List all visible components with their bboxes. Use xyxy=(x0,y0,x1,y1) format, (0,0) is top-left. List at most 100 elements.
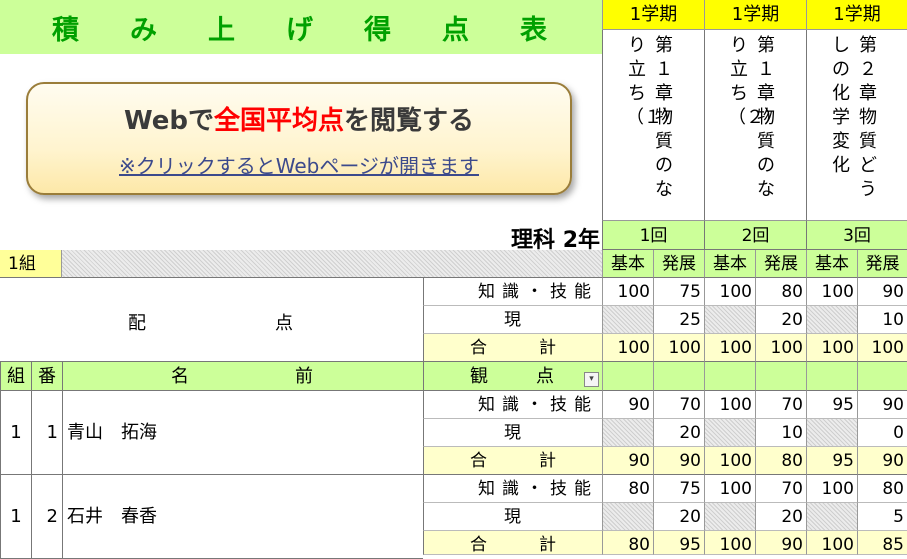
score-cell[interactable]: 25 xyxy=(653,306,704,334)
score-cell[interactable]: 100 xyxy=(704,334,755,362)
score-cell[interactable] xyxy=(806,503,857,531)
points-allocation-label: 配点 xyxy=(0,278,423,362)
title-bar: 積 み 上 げ 得 点 表 xyxy=(0,0,602,54)
score-cell[interactable]: 100 xyxy=(704,391,755,419)
unit-title: 第２章 物質どう しの化学変化 xyxy=(806,30,907,220)
button-link-text[interactable]: ※クリックするとWebページが開きます xyxy=(28,150,570,179)
score-cell[interactable]: 90 xyxy=(857,391,907,419)
class-label: 1組 xyxy=(0,250,62,278)
col-header-viewpoint: 観点 xyxy=(423,362,602,391)
score-cell[interactable]: 90 xyxy=(857,278,907,306)
score-cell[interactable] xyxy=(704,503,755,531)
round-label: 3回 xyxy=(806,220,907,250)
unit-title: 第１章 物質のな り立ち（２） xyxy=(704,30,806,220)
student-number: 1 xyxy=(31,391,62,475)
score-cell[interactable] xyxy=(602,503,653,531)
score-cell[interactable]: 90 xyxy=(653,447,704,475)
header-blank xyxy=(704,362,755,391)
view-national-average-button[interactable]: Webで全国平均点を閲覧する ※クリックするとWebページが開きます xyxy=(26,82,572,195)
title-char: 上 xyxy=(208,15,235,46)
title-char: げ xyxy=(286,15,313,46)
score-cell[interactable]: 100 xyxy=(602,278,653,306)
score-cell[interactable]: 85 xyxy=(857,531,907,555)
score-cell[interactable]: 10 xyxy=(857,306,907,334)
row-label-total: 合計 xyxy=(423,334,602,362)
score-cell[interactable]: 70 xyxy=(755,475,806,503)
col-header-number: 番 xyxy=(31,362,62,391)
sub-header-basic: 基本 xyxy=(704,250,755,278)
sub-header-advanced: 発展 xyxy=(653,250,704,278)
score-cell[interactable]: 90 xyxy=(602,447,653,475)
score-cell[interactable]: 95 xyxy=(806,447,857,475)
button-main-text: Webで全国平均点を閲覧する xyxy=(123,106,475,136)
score-cell[interactable]: 95 xyxy=(806,391,857,419)
score-cell[interactable]: 100 xyxy=(704,447,755,475)
score-cell[interactable]: 100 xyxy=(653,334,704,362)
score-cell[interactable]: 75 xyxy=(653,278,704,306)
score-cell[interactable]: 80 xyxy=(755,447,806,475)
student-class: 1 xyxy=(0,391,31,475)
row-label-expression: 現 xyxy=(423,419,602,447)
score-cell[interactable]: 100 xyxy=(806,278,857,306)
score-cell[interactable]: 100 xyxy=(806,531,857,555)
row-label-knowledge: 知識・技能 xyxy=(423,391,602,419)
score-cell[interactable] xyxy=(602,306,653,334)
score-cell[interactable]: 90 xyxy=(602,391,653,419)
score-cell[interactable]: 100 xyxy=(704,475,755,503)
header-blank xyxy=(653,362,704,391)
score-cell[interactable]: 20 xyxy=(653,503,704,531)
score-cell[interactable] xyxy=(602,419,653,447)
score-cell[interactable]: 80 xyxy=(602,531,653,555)
score-cell[interactable]: 100 xyxy=(857,334,907,362)
sub-header-basic: 基本 xyxy=(602,250,653,278)
row-label-total: 合計 xyxy=(423,447,602,475)
score-cell[interactable]: 10 xyxy=(755,419,806,447)
score-cell[interactable]: 5 xyxy=(857,503,907,531)
title-char: 表 xyxy=(520,15,547,46)
term-label: 1学期 xyxy=(704,0,806,30)
title-char: 得 xyxy=(364,15,391,46)
col-header-class: 組 xyxy=(0,362,31,391)
sub-header-advanced: 発展 xyxy=(857,250,907,278)
header-blank xyxy=(857,362,907,391)
title-char: 点 xyxy=(442,15,469,46)
score-cell[interactable]: 90 xyxy=(755,531,806,555)
round-label: 2回 xyxy=(704,220,806,250)
round-label: 1回 xyxy=(602,220,704,250)
score-cell[interactable]: 80 xyxy=(602,475,653,503)
score-cell[interactable]: 75 xyxy=(653,475,704,503)
score-cell[interactable]: 20 xyxy=(755,306,806,334)
term-label: 1学期 xyxy=(602,0,704,30)
unit-title: 第１章 物質のな り立ち（１） xyxy=(602,30,704,220)
score-cell[interactable] xyxy=(704,306,755,334)
score-cell[interactable]: 20 xyxy=(755,503,806,531)
score-cell[interactable]: 70 xyxy=(653,391,704,419)
score-cell[interactable]: 100 xyxy=(806,334,857,362)
score-cell[interactable]: 100 xyxy=(755,334,806,362)
student-name[interactable]: 青山 拓海 xyxy=(62,391,423,475)
score-cell[interactable]: 90 xyxy=(857,447,907,475)
score-cell[interactable]: 80 xyxy=(857,475,907,503)
score-cell[interactable]: 80 xyxy=(755,278,806,306)
score-cell[interactable] xyxy=(806,306,857,334)
header-blank xyxy=(755,362,806,391)
header-blank xyxy=(602,362,653,391)
sub-header-basic: 基本 xyxy=(806,250,857,278)
title-char: 積 xyxy=(52,15,79,46)
filter-dropdown-icon[interactable]: ▾ xyxy=(584,372,599,387)
row-label-expression: 現 xyxy=(423,503,602,531)
score-cell[interactable]: 100 xyxy=(806,475,857,503)
student-name[interactable]: 石井 春香 xyxy=(62,475,423,559)
student-class: 1 xyxy=(0,475,31,559)
score-cell[interactable]: 20 xyxy=(653,419,704,447)
score-cell[interactable]: 100 xyxy=(602,334,653,362)
score-cell[interactable]: 100 xyxy=(704,278,755,306)
score-cell[interactable]: 0 xyxy=(857,419,907,447)
term-label: 1学期 xyxy=(806,0,907,30)
score-cell[interactable]: 70 xyxy=(755,391,806,419)
score-cell[interactable]: 95 xyxy=(653,531,704,555)
score-cell[interactable]: 100 xyxy=(704,531,755,555)
score-cell[interactable] xyxy=(704,419,755,447)
row-label-knowledge: 知識・技能 xyxy=(423,475,602,503)
score-cell[interactable] xyxy=(806,419,857,447)
